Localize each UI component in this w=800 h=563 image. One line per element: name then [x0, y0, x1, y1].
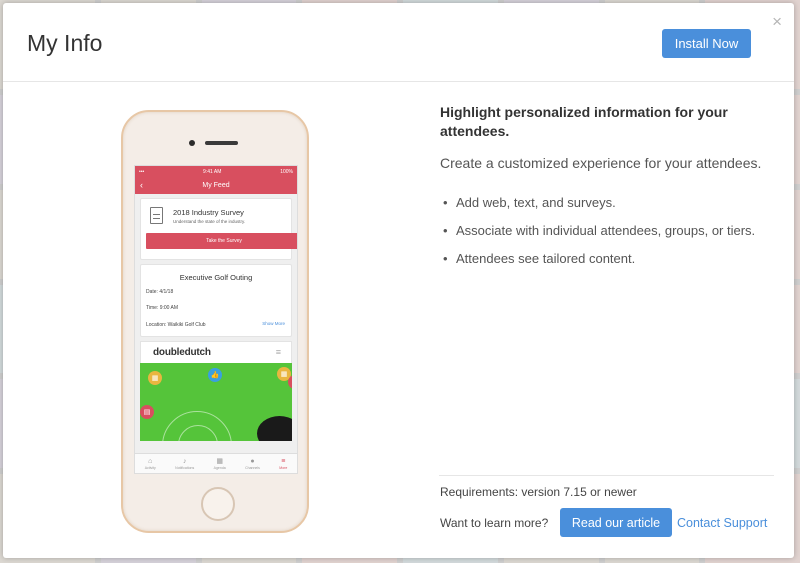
learn-more-text: Want to learn more?	[440, 516, 549, 530]
brand-image: ▦ 👍 ▦ ▣ … ▤	[140, 363, 292, 441]
phone-speaker	[205, 141, 238, 145]
info-panel: Highlight personalized information for y…	[440, 103, 780, 279]
divider	[439, 475, 774, 476]
tab-more: ≡ More	[279, 457, 288, 470]
tab-channels: ● Channels	[245, 457, 260, 470]
decorative-shape	[257, 416, 292, 441]
document-icon	[150, 207, 163, 224]
event-card: Executive Golf Outing Date: 4/1/18 Time:…	[140, 264, 292, 337]
battery-level: 100%	[280, 168, 293, 175]
bell-icon: ♪	[182, 457, 187, 465]
brand-card-header: doubledutch ≡	[140, 341, 292, 363]
tab-agenda: ▦ Agenda	[213, 457, 226, 470]
hamburger-icon: ≡	[275, 347, 281, 357]
tab-notifications: ♪ Notifications	[175, 457, 195, 470]
calendar-bubble-icon: ▦	[148, 371, 162, 385]
tab-activity: ⌂ Activity	[144, 457, 156, 470]
feature-item: Associate with individual attendees, gro…	[440, 223, 780, 239]
phone-camera	[189, 140, 195, 146]
event-title: Executive Golf Outing	[179, 273, 253, 282]
doubledutch-logo: doubledutch	[153, 347, 211, 358]
chat-icon: ●	[250, 457, 255, 465]
signal-icon: •••	[139, 168, 145, 175]
event-date: Date: 4/1/18	[146, 289, 174, 295]
feature-list: Add web, text, and surveys. Associate wi…	[440, 195, 780, 267]
event-time: Time: 9:00 AM	[146, 305, 179, 311]
contact-support-link[interactable]: Contact Support	[677, 516, 767, 530]
phone-status-bar: ••• 9:41 AM 100%	[135, 166, 297, 177]
feature-item: Add web, text, and surveys.	[440, 195, 780, 211]
phone-tab-bar: ⌂ Activity ♪ Notifications ▦ Agenda ● Channe…	[135, 453, 297, 473]
take-survey-button: Take the Survey	[146, 233, 297, 249]
modal-header: My Info Install Now	[3, 3, 794, 82]
info-headline: Highlight personalized information for y…	[440, 104, 728, 139]
gift-bubble-icon: ▣	[288, 375, 292, 389]
thumbs-up-bubble-icon: 👍	[208, 368, 222, 382]
calendar-icon: ▦	[216, 457, 223, 465]
status-time: 9:41 AM	[203, 168, 222, 175]
phone-nav-bar: ‹ My Feed	[135, 177, 297, 194]
back-chevron-icon: ‹	[140, 180, 143, 190]
survey-title: 2018 Industry Survey	[173, 208, 244, 217]
feature-item: Attendees see tailored content.	[440, 251, 780, 267]
phone-mockup: ••• 9:41 AM 100% ‹ My Feed 2018 Industry…	[121, 110, 309, 533]
nav-title: My Feed	[202, 182, 230, 189]
survey-subtitle: Understand the state of the industry.	[173, 219, 246, 224]
home-icon: ⌂	[148, 457, 153, 465]
document-bubble-icon: ▤	[140, 405, 154, 419]
menu-icon: ≡	[281, 457, 286, 465]
modal-title: My Info	[27, 30, 103, 56]
requirements-text: Requirements: version 7.15 or newer	[440, 485, 637, 499]
my-info-modal: × My Info Install Now ••• 9:41 AM 100% ‹…	[3, 3, 794, 558]
read-article-button[interactable]: Read our article	[560, 508, 672, 537]
install-now-button[interactable]: Install Now	[662, 29, 751, 58]
show-more-link: Show More	[262, 321, 285, 326]
phone-home-button	[201, 487, 235, 521]
phone-screen: ••• 9:41 AM 100% ‹ My Feed 2018 Industry…	[134, 165, 298, 474]
info-description: Create a customized experience for your …	[440, 155, 762, 171]
survey-card: 2018 Industry Survey Understand the stat…	[140, 198, 297, 260]
event-location: Location: Waikiki Golf Club	[146, 322, 206, 328]
